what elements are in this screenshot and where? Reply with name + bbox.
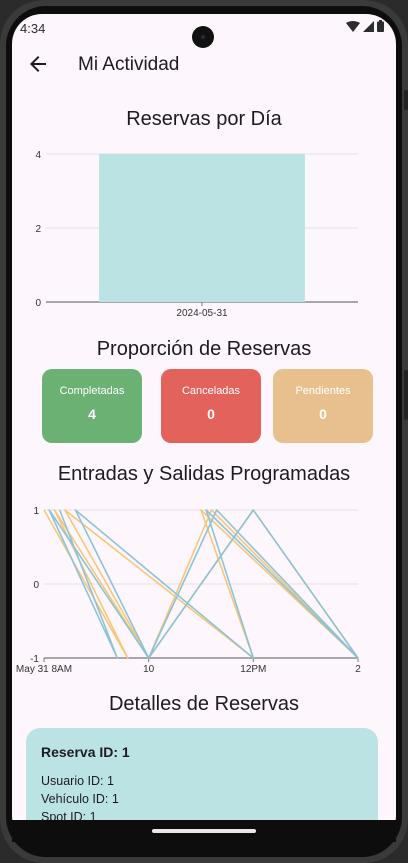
reservation-id: Reserva ID: 1 [41,744,130,760]
line-xtick-label: May 31 8AM [16,664,72,675]
stat-value: 0 [319,406,327,422]
line-xtick-label: 2 [355,664,361,675]
status-icons [346,20,384,32]
stat-card-completadas[interactable]: Completadas 4 [42,369,142,443]
bar-ytick-label: 4 [35,150,41,161]
stat-label: Canceladas [181,385,241,397]
line-chart: -101May 31 8AM 10 12PM 2 [16,506,361,675]
bar-xtick-label: 2024-05-31 [176,308,228,319]
section-title-detalles: Detalles de Reservas [108,693,300,715]
stat-card-canceladas[interactable]: Canceladas 0 [161,369,261,443]
section-title-proporcion: Proporción de Reservas [96,338,312,360]
stat-value: 4 [88,406,96,422]
bar-mark [99,154,305,302]
line-ytick-label: 1 [33,506,39,517]
bar-chart: 0 2 4 2024-05-31 [35,150,358,319]
device-side-button [404,90,408,110]
home-indicator[interactable] [152,829,256,833]
battery-icon [377,20,384,32]
line-xtick-label: 10 [143,664,155,675]
stat-card-pendientes[interactable]: Pendientes 0 [273,369,373,443]
line-xtick-label: 12PM [240,664,266,675]
reservation-user: Usuario ID: 1 [41,774,114,788]
section-title-entradas-salidas: Entradas y Salidas Programadas [57,463,351,485]
signal-icon [363,20,374,32]
wifi-icon [346,20,360,32]
reservation-vehicle: Vehículo ID: 1 [41,792,119,806]
app-bar: Mi Actividad [12,48,396,82]
device-volume-button [404,370,408,420]
stat-label: Pendientes [295,385,351,397]
page-title: Mi Actividad [78,54,180,75]
app-screen: 4:34 Mi Actividad Reservas por Día 0 2 4 20… [12,14,396,842]
stat-label: Completadas [59,385,125,397]
back-arrow-icon[interactable] [26,52,50,76]
camera-cutout [192,26,214,48]
section-title-reservas-por-dia: Reservas por Día [126,108,282,130]
line-ytick-label: 0 [33,580,39,591]
bar-ytick-label: 0 [35,298,41,309]
stat-value: 0 [207,406,215,422]
status-time: 4:34 [20,21,46,36]
bar-ytick-label: 2 [35,224,41,235]
